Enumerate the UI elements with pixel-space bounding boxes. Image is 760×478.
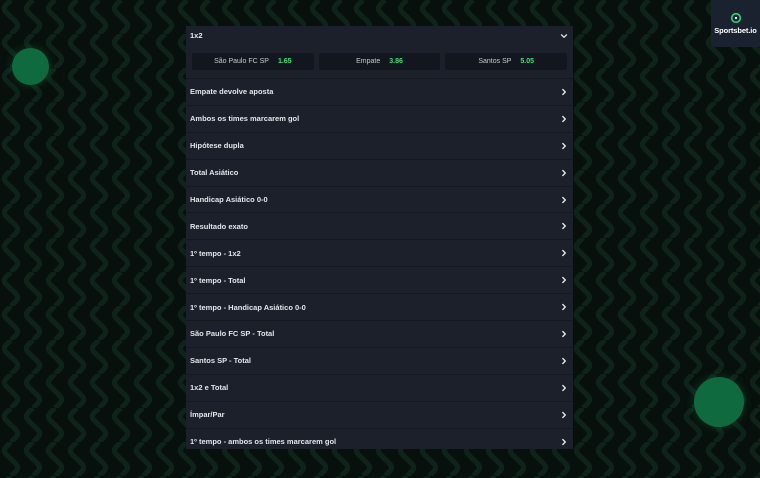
market-row-label: 1x2 e Total	[190, 383, 229, 393]
chevron-right-icon	[562, 250, 566, 257]
market-row-label: Santos SP - Total	[190, 356, 251, 366]
market-row[interactable]: Total Asiático	[186, 158, 573, 186]
chevron-right-icon	[562, 384, 566, 391]
chevron-right-icon	[562, 115, 566, 122]
brand-badge[interactable]: Sportsbet.io	[711, 0, 760, 47]
odd-label: Empate	[356, 58, 381, 65]
odd-button-draw[interactable]: Empate 3.86	[318, 53, 441, 70]
chevron-right-icon	[562, 438, 566, 445]
chevron-right-icon	[562, 142, 566, 149]
market-row[interactable]: Ambos os times marcarem gol	[186, 104, 573, 132]
chevron-right-icon	[562, 357, 566, 364]
odd-label: Santos SP	[478, 58, 512, 65]
page: Sportsbet.io 1x2 São Paulo FC SP 1.65 Em…	[0, 0, 760, 478]
chevron-right-icon	[562, 411, 566, 418]
sportsbet-logo-icon	[730, 12, 741, 24]
market-row[interactable]: Resultado exato	[186, 212, 573, 239]
odd-button-home[interactable]: São Paulo FC SP 1.65	[192, 53, 314, 70]
market-row-label: 1º tempo - 1x2	[190, 248, 241, 258]
market-row-label: Hipótese dupla	[190, 141, 244, 151]
market-row[interactable]: Santos SP - Total	[186, 346, 573, 374]
chevron-right-icon	[562, 169, 566, 176]
market-row[interactable]: Handicap Asiático 0-0	[186, 185, 573, 213]
decorative-green-circle	[12, 48, 49, 85]
market-row-label: Ímpar/Par	[190, 410, 225, 420]
market-row[interactable]: 1º tempo - 1x2	[186, 239, 573, 266]
market-row[interactable]: 1º tempo - Handicap Asiático 0-0	[186, 293, 573, 320]
market-row[interactable]: 1º tempo - Total	[186, 266, 573, 293]
market-row[interactable]: Empate devolve aposta	[186, 78, 573, 105]
market-list: Empate devolve aposta Ambos os times mar…	[186, 78, 573, 449]
main-market-title: 1x2	[190, 31, 203, 40]
odd-label: São Paulo FC SP	[214, 58, 269, 65]
market-row-label: 1º tempo - Handicap Asiático 0-0	[190, 302, 306, 312]
odd-value: 1.65	[277, 58, 292, 65]
odd-value: 5.05	[520, 58, 535, 65]
market-row[interactable]: 1x2 e Total	[186, 373, 573, 401]
market-row-label: Total Asiático	[190, 168, 239, 178]
brand-name: Sportsbet.io	[714, 26, 757, 35]
market-row[interactable]: Hipótese dupla	[186, 131, 573, 159]
chevron-right-icon	[562, 223, 566, 230]
market-row-label: Resultado exato	[190, 221, 248, 231]
odds-row: São Paulo FC SP 1.65 Empate 3.86 Santos …	[186, 45, 573, 78]
chevron-right-icon	[562, 196, 566, 203]
chevron-right-icon	[562, 330, 566, 338]
market-row-label: Ambos os times marcarem gol	[190, 114, 300, 124]
market-row[interactable]: São Paulo FC SP - Total	[186, 320, 573, 347]
market-row-label: São Paulo FC SP - Total	[190, 329, 275, 339]
main-market-header[interactable]: 1x2	[186, 26, 573, 45]
odd-button-away[interactable]: Santos SP 5.05	[445, 53, 568, 70]
markets-panel: 1x2 São Paulo FC SP 1.65 Empate 3.86 San…	[186, 26, 573, 449]
market-row-label: 1º tempo - Total	[190, 275, 246, 285]
chat-bubble-button[interactable]	[694, 377, 744, 427]
market-row-label: 1º tempo - ambos os times marcarem gol	[190, 437, 337, 447]
chevron-right-icon	[562, 88, 566, 96]
market-row-label: Empate devolve aposta	[190, 87, 274, 97]
market-row-label: Handicap Asiático 0-0	[190, 195, 268, 204]
market-row[interactable]: 1º tempo - ambos os times marcarem gol	[186, 427, 573, 449]
chevron-right-icon	[562, 303, 566, 311]
chevron-down-icon[interactable]	[560, 32, 568, 40]
odd-value: 3.86	[389, 58, 403, 65]
chevron-right-icon	[562, 277, 566, 284]
market-row[interactable]: Ímpar/Par	[186, 400, 573, 428]
